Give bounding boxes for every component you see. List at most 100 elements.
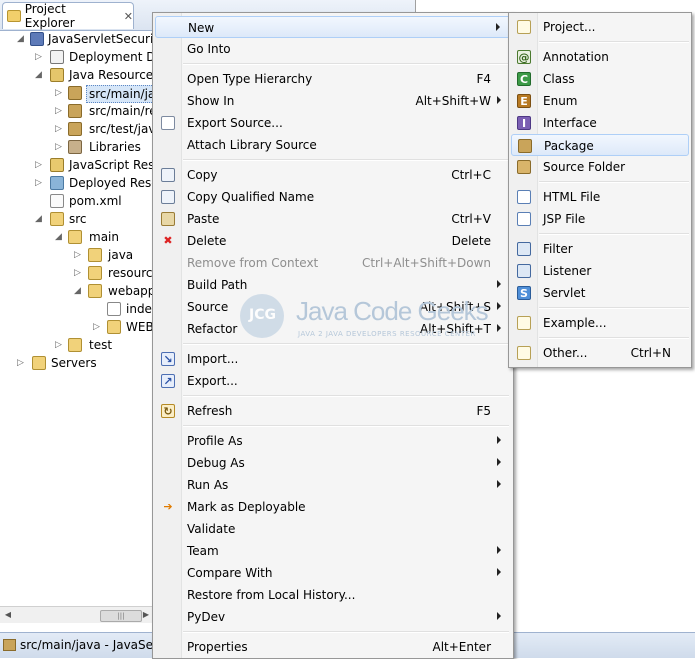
folder-icon xyxy=(50,212,64,226)
menu-item-new-interface[interactable]: I Interface xyxy=(511,112,689,134)
menu-item-new-annotation[interactable]: @ Annotation xyxy=(511,46,689,68)
menu-item-go-into[interactable]: Go Into xyxy=(155,38,511,60)
menu-item-new-jsp-file[interactable]: JSP File xyxy=(511,208,689,230)
menu-item-label: Go Into xyxy=(187,42,231,56)
expand-icon[interactable]: ▷ xyxy=(35,51,45,63)
menu-item-shortcut: Ctrl+N xyxy=(630,346,671,360)
menu-separator xyxy=(539,307,689,309)
menu-item-new-source-folder[interactable]: Source Folder xyxy=(511,156,689,178)
expand-icon[interactable]: ▷ xyxy=(55,105,65,117)
menu-item-show-in[interactable]: Show In Alt+Shift+W xyxy=(155,90,511,112)
menu-item-label: Listener xyxy=(543,264,592,278)
menu-separator xyxy=(539,233,689,235)
menu-item-refresh[interactable]: ↻ Refresh F5 xyxy=(155,400,511,422)
menu-item-new[interactable]: New xyxy=(155,16,511,38)
menu-item-label: JSP File xyxy=(543,212,586,226)
filter-icon xyxy=(517,242,531,256)
tree-item-label: src/main/ja xyxy=(86,85,159,103)
menu-item-export-source[interactable]: Export Source... xyxy=(155,112,511,134)
menu-item-label: Remove from Context xyxy=(187,256,319,270)
deployed-resources-icon xyxy=(50,176,64,190)
folder-icon xyxy=(107,320,121,334)
menu-item-profile-as[interactable]: Profile As xyxy=(155,430,511,452)
expand-icon[interactable]: ▷ xyxy=(55,141,65,153)
menu-item-copy-qualified-name[interactable]: Copy Qualified Name xyxy=(155,186,511,208)
menu-item-shortcut: F5 xyxy=(476,404,491,418)
collapse-icon[interactable]: ◢ xyxy=(17,33,27,45)
expand-icon[interactable]: ▷ xyxy=(35,159,45,171)
copy-icon xyxy=(161,168,175,182)
menu-item-import[interactable]: ↘ Import... xyxy=(155,348,511,370)
menu-item-team[interactable]: Team xyxy=(155,540,511,562)
scroll-left-icon[interactable]: ◀ xyxy=(2,609,14,621)
collapse-icon[interactable]: ◢ xyxy=(55,231,65,243)
menu-item-label: Copy Qualified Name xyxy=(187,190,315,204)
menu-item-run-as[interactable]: Run As xyxy=(155,474,511,496)
example-icon xyxy=(517,316,531,330)
expand-icon[interactable]: ▷ xyxy=(55,87,65,99)
libraries-icon xyxy=(68,140,82,154)
tree-item-label: Java Resources xyxy=(69,68,160,82)
menu-item-new-class[interactable]: C Class xyxy=(511,68,689,90)
menu-item-new-project[interactable]: Project... xyxy=(511,16,689,38)
close-icon[interactable]: ✕ xyxy=(124,10,133,23)
scroll-right-icon[interactable]: ▶ xyxy=(140,609,152,621)
menu-item-new-package[interactable]: Package xyxy=(511,134,689,156)
submenu-arrow-icon xyxy=(497,458,501,466)
menu-item-label: Mark as Deployable xyxy=(187,500,306,514)
menu-item-new-example[interactable]: Example... xyxy=(511,312,689,334)
menu-item-restore-from-local-history[interactable]: Restore from Local History... xyxy=(155,584,511,606)
menu-item-pydev[interactable]: PyDev xyxy=(155,606,511,628)
menu-item-export[interactable]: ↗ Export... xyxy=(155,370,511,392)
delete-icon: ✖ xyxy=(163,234,173,247)
expand-icon[interactable]: ▷ xyxy=(55,123,65,135)
source-folder-icon xyxy=(68,104,82,118)
scrollbar-thumb[interactable]: ||| xyxy=(100,610,142,622)
class-icon: C xyxy=(517,72,531,86)
expand-icon[interactable]: ▷ xyxy=(17,357,27,369)
status-text: src/main/java - JavaServl xyxy=(20,638,169,652)
folder-icon xyxy=(88,266,102,280)
menu-item-paste[interactable]: Paste Ctrl+V xyxy=(155,208,511,230)
expand-icon[interactable]: ▷ xyxy=(93,321,103,333)
menu-item-new-listener[interactable]: Listener xyxy=(511,260,689,282)
menu-item-open-type-hierarchy[interactable]: Open Type Hierarchy F4 xyxy=(155,68,511,90)
menu-separator xyxy=(183,343,509,345)
tab-project-explorer[interactable]: Project Explorer ✕ xyxy=(2,2,134,30)
paste-icon xyxy=(161,212,175,226)
menu-item-debug-as[interactable]: Debug As xyxy=(155,452,511,474)
menu-item-new-other[interactable]: Other... Ctrl+N xyxy=(511,342,689,364)
menu-item-compare-with[interactable]: Compare With xyxy=(155,562,511,584)
menu-item-shortcut: Ctrl+C xyxy=(451,168,491,182)
menu-item-new-filter[interactable]: Filter xyxy=(511,238,689,260)
menu-item-new-html-file[interactable]: HTML File xyxy=(511,186,689,208)
menu-item-label: Filter xyxy=(543,242,573,256)
menu-item-copy[interactable]: Copy Ctrl+C xyxy=(155,164,511,186)
menu-item-label: PyDev xyxy=(187,610,226,624)
menu-item-build-path[interactable]: Build Path xyxy=(155,274,511,296)
expand-icon[interactable]: ▷ xyxy=(55,339,65,351)
expand-icon[interactable]: ▷ xyxy=(74,267,84,279)
collapse-icon[interactable]: ◢ xyxy=(35,213,45,225)
expand-icon[interactable]: ▷ xyxy=(74,249,84,261)
menu-item-source[interactable]: Source Alt+Shift+S xyxy=(155,296,511,318)
menu-item-label: Annotation xyxy=(543,50,609,64)
menu-item-attach-library-source[interactable]: Attach Library Source xyxy=(155,134,511,156)
menu-item-label: Package xyxy=(544,139,594,153)
menu-item-properties[interactable]: Properties Alt+Enter xyxy=(155,636,511,658)
collapse-icon[interactable]: ◢ xyxy=(74,285,84,297)
horizontal-scrollbar[interactable]: ◀ ||| ▶ xyxy=(0,606,152,623)
tree-item-label: Libraries xyxy=(89,140,141,154)
menu-item-new-enum[interactable]: E Enum xyxy=(511,90,689,112)
menu-item-delete[interactable]: ✖ Delete Delete xyxy=(155,230,511,252)
menu-item-validate[interactable]: Validate xyxy=(155,518,511,540)
tree-item-label: java xyxy=(108,248,134,262)
expand-icon[interactable]: ▷ xyxy=(35,177,45,189)
menu-item-refactor[interactable]: Refactor Alt+Shift+T xyxy=(155,318,511,340)
submenu-arrow-icon xyxy=(497,480,501,488)
folder-icon xyxy=(88,284,102,298)
menu-item-new-servlet[interactable]: S Servlet xyxy=(511,282,689,304)
menu-item-shortcut: Alt+Shift+T xyxy=(420,322,491,336)
collapse-icon[interactable]: ◢ xyxy=(35,69,45,81)
menu-item-mark-as-deployable[interactable]: ➔ Mark as Deployable xyxy=(155,496,511,518)
